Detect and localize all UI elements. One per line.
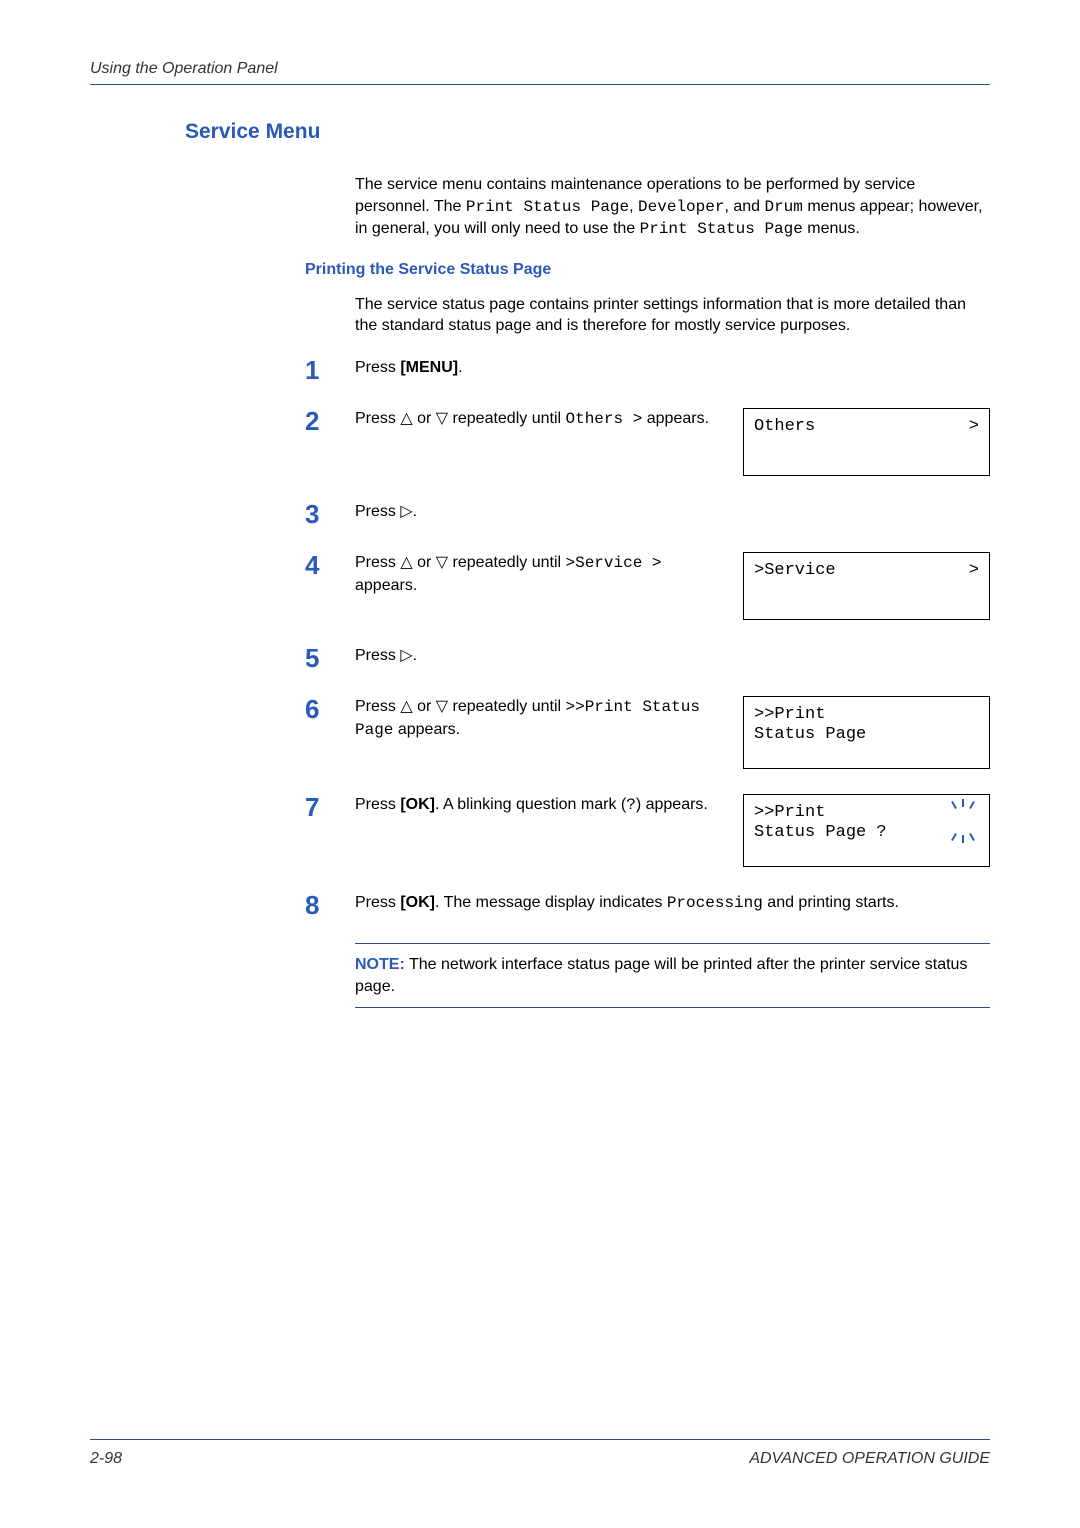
down-triangle-icon: ▽ xyxy=(436,410,448,427)
subsection-title: Printing the Service Status Page xyxy=(305,261,990,279)
step-row: 6 Press △ or ▽ repeatedly until >>Print … xyxy=(305,696,990,769)
text: Press xyxy=(355,503,400,520)
step-number: 1 xyxy=(305,357,355,383)
text: repeatedly until xyxy=(448,554,565,571)
text: Press xyxy=(355,410,400,427)
note-box: NOTE: The network interface status page … xyxy=(355,943,990,1008)
text: . A blinking question mark ( xyxy=(435,796,626,813)
bold-text: [MENU] xyxy=(400,359,458,376)
step-row: 1 Press [MENU]. xyxy=(305,357,990,383)
down-triangle-icon: ▽ xyxy=(436,698,448,715)
lcd-line: >>Print xyxy=(754,803,979,823)
up-triangle-icon: △ xyxy=(400,410,412,427)
step-row: 4 Press △ or ▽ repeatedly until >Service… xyxy=(305,552,990,620)
text-mono: Print Status Page xyxy=(640,220,803,238)
text: appears. xyxy=(642,410,709,427)
text-mono: >Service > xyxy=(566,554,662,572)
intro-paragraph: The service menu contains maintenance op… xyxy=(355,174,990,241)
text: , xyxy=(629,198,638,215)
text-mono: Others > xyxy=(566,410,643,428)
page-footer: 2-98 ADVANCED OPERATION GUIDE xyxy=(90,1439,990,1468)
lcd-display: >>Print Status Page xyxy=(743,696,990,769)
text: and printing starts. xyxy=(763,894,899,911)
lcd-display: >Service > xyxy=(743,552,990,620)
subintro-paragraph: The service status page contains printer… xyxy=(355,294,990,337)
text: appears. xyxy=(393,721,460,738)
up-triangle-icon: △ xyxy=(400,698,412,715)
step-text: Press [MENU]. xyxy=(355,357,990,379)
step-number: 5 xyxy=(305,645,355,671)
step-row: 3 Press ▷. xyxy=(305,501,990,527)
step-row: 2 Press △ or ▽ repeatedly until Others >… xyxy=(305,408,990,476)
down-triangle-icon: ▽ xyxy=(436,554,448,571)
up-triangle-icon: △ xyxy=(400,554,412,571)
text-mono: Drum xyxy=(764,198,802,216)
step-number: 8 xyxy=(305,892,355,918)
bold-text: [OK] xyxy=(400,796,435,813)
text: Press xyxy=(355,647,400,664)
lcd-arrow: > xyxy=(969,417,979,437)
step-text: Press [OK]. A blinking question mark (?)… xyxy=(355,794,743,817)
lcd-line: >Service xyxy=(754,561,836,580)
step-text: Press △ or ▽ repeatedly until >>Print St… xyxy=(355,696,743,741)
text: repeatedly until xyxy=(448,698,565,715)
text: or xyxy=(413,410,436,427)
section-title: Service Menu xyxy=(185,120,990,144)
text: Press xyxy=(355,894,400,911)
text: . The message display indicates xyxy=(435,894,667,911)
bold-text: [OK] xyxy=(400,894,435,911)
text-mono: Processing xyxy=(667,894,763,912)
step-text: Press ▷. xyxy=(355,501,990,523)
step-text: Press ▷. xyxy=(355,645,990,667)
page-header: Using the Operation Panel xyxy=(90,60,990,85)
step-row: 7 Press [OK]. A blinking question mark (… xyxy=(305,794,990,867)
text: . xyxy=(413,503,417,520)
header-text: Using the Operation Panel xyxy=(90,60,278,77)
lcd-line: >>Print xyxy=(754,705,979,725)
text: or xyxy=(413,554,436,571)
lcd-line: Status Page xyxy=(754,725,979,745)
note-text: The network interface status page will b… xyxy=(355,956,967,995)
lcd-arrow: > xyxy=(969,561,979,581)
lcd-display: Others > xyxy=(743,408,990,476)
text: Press xyxy=(355,698,400,715)
right-triangle-icon: ▷ xyxy=(400,503,412,520)
text: or xyxy=(413,698,436,715)
footer-page-number: 2-98 xyxy=(90,1450,122,1468)
text: Press xyxy=(355,359,400,376)
step-number: 2 xyxy=(305,408,355,434)
step-number: 6 xyxy=(305,696,355,722)
lcd-display: >>Print Status Page ? xyxy=(743,794,990,867)
footer-guide-label: ADVANCED OPERATION GUIDE xyxy=(749,1450,990,1468)
text: appears. xyxy=(355,577,417,594)
text-mono: Developer xyxy=(638,198,724,216)
text: Press xyxy=(355,554,400,571)
text: . xyxy=(458,359,462,376)
step-number: 7 xyxy=(305,794,355,820)
right-triangle-icon: ▷ xyxy=(400,647,412,664)
lcd-line: Others xyxy=(754,417,815,436)
step-row: 5 Press ▷. xyxy=(305,645,990,671)
text: ) appears. xyxy=(636,796,708,813)
text: . xyxy=(413,647,417,664)
text: repeatedly until xyxy=(448,410,565,427)
step-row: 8 Press [OK]. The message display indica… xyxy=(305,892,990,918)
step-text: Press △ or ▽ repeatedly until Others > a… xyxy=(355,408,743,431)
text-mono: Print Status Page xyxy=(466,198,629,216)
text: Press xyxy=(355,796,400,813)
step-text: Press △ or ▽ repeatedly until >Service >… xyxy=(355,552,743,596)
text: menus. xyxy=(803,220,860,237)
lcd-line: Status Page ? xyxy=(754,823,979,843)
note-label: NOTE: xyxy=(355,956,405,973)
text-mono: ? xyxy=(626,796,636,814)
step-text: Press [OK]. The message display indicate… xyxy=(355,892,990,915)
blink-indicator-icon xyxy=(949,801,977,841)
text: , and xyxy=(724,198,764,215)
step-number: 3 xyxy=(305,501,355,527)
step-number: 4 xyxy=(305,552,355,578)
